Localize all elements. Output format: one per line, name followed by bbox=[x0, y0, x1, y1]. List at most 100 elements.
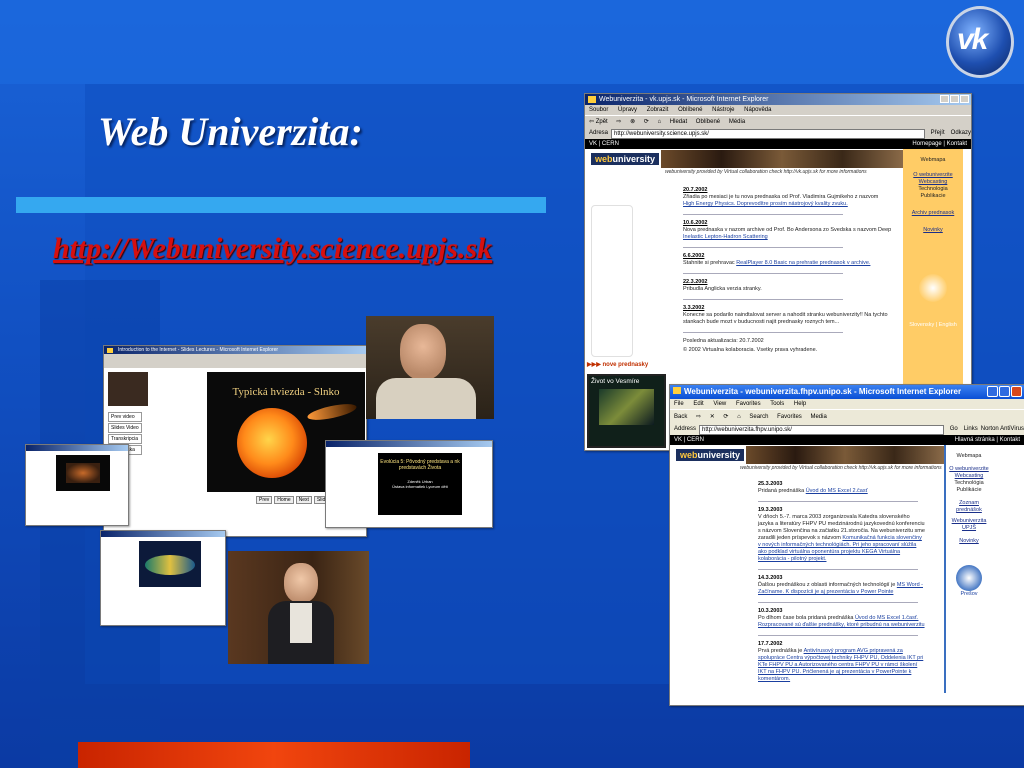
search-button[interactable]: Search bbox=[749, 414, 768, 420]
back-button[interactable]: Back bbox=[674, 414, 687, 420]
menu-item[interactable]: Nástroje bbox=[712, 107, 734, 113]
stop-button[interactable]: ✕ bbox=[710, 414, 715, 420]
news-link[interactable]: High Energy Physics. Doprevodítre prosím… bbox=[683, 201, 903, 208]
media-button[interactable]: Media bbox=[810, 414, 826, 420]
next-button[interactable]: Next bbox=[295, 496, 312, 504]
tool-bar bbox=[104, 361, 366, 368]
refresh-button[interactable]: ⟳ bbox=[644, 119, 649, 125]
address-input[interactable]: http://webuniverzita.fhpv.unipo.sk/ bbox=[699, 424, 944, 435]
prev-button[interactable]: Prev bbox=[256, 496, 273, 504]
sidebar-publikacie[interactable]: Publikácie bbox=[946, 487, 992, 494]
nove-prednasky-label[interactable]: ▶▶▶ nove prednasky bbox=[587, 361, 648, 368]
sidebar-archiv[interactable]: Archiv prednasok bbox=[903, 210, 963, 217]
menu-item[interactable]: Zobrazit bbox=[647, 107, 669, 113]
news-link[interactable]: RealPlayer 8.0 Basic na prehratie predna… bbox=[736, 260, 870, 266]
window-titlebar[interactable]: Webuniverzita - webuniverzita.fhpv.unipo… bbox=[670, 385, 1024, 399]
norton-button[interactable]: Norton AntiVirus bbox=[981, 424, 1024, 435]
news-date[interactable]: 3.3.2002 bbox=[683, 305, 903, 312]
menu-item[interactable]: Soubor bbox=[589, 107, 608, 113]
webuniversity-logo[interactable]: webuniversity bbox=[591, 153, 660, 165]
dialog-button[interactable]: Transkripcia bbox=[108, 434, 142, 444]
stop-button[interactable]: ⊗ bbox=[630, 119, 635, 125]
go-button[interactable]: Přejít bbox=[928, 128, 948, 139]
browser-window-unipo[interactable]: Webuniverzita - webuniverzita.fhpv.unipo… bbox=[669, 384, 1024, 706]
window-titlebar[interactable] bbox=[101, 531, 225, 537]
address-input[interactable]: http://webuniversity.science.upjs.sk/ bbox=[611, 128, 925, 139]
back-button[interactable]: ⇦ Zpět bbox=[589, 119, 608, 125]
sidebar-o-webuniverzite[interactable]: O webuniverzite bbox=[903, 172, 963, 179]
zivot-banner[interactable]: Život vo Vesmíre bbox=[587, 374, 666, 448]
refresh-button[interactable]: ⟳ bbox=[723, 414, 728, 420]
news-link[interactable]: Úvod do MS Excel 2.časť bbox=[806, 488, 868, 494]
links-button[interactable]: Links bbox=[964, 424, 978, 435]
zivot-title: Život vo Vesmíre bbox=[591, 378, 640, 385]
video-thumbnail[interactable] bbox=[108, 372, 148, 406]
address-label: Adresa bbox=[589, 130, 609, 136]
top-left-links[interactable]: VK | CERN bbox=[674, 435, 704, 445]
sidebar-webmapa[interactable]: Webmapa bbox=[903, 157, 963, 164]
menu-item[interactable]: File bbox=[674, 401, 684, 407]
menu-item[interactable]: Favorites bbox=[736, 401, 761, 407]
small-browser-window-bottom[interactable] bbox=[100, 530, 226, 626]
news-date[interactable]: 20.7.2002 bbox=[683, 187, 903, 194]
home-button[interactable]: ⌂ bbox=[737, 414, 741, 420]
news-date[interactable]: 6.6.2002 bbox=[683, 253, 903, 260]
menu-item[interactable]: Úpravy bbox=[618, 107, 637, 113]
sidebar-webcasting[interactable]: Webcasting bbox=[903, 179, 963, 186]
divider bbox=[683, 214, 843, 215]
ie-icon bbox=[107, 348, 113, 353]
window-titlebar[interactable] bbox=[26, 445, 128, 451]
menu-item[interactable]: Edit bbox=[693, 401, 703, 407]
forward-button[interactable]: ⇨ bbox=[696, 414, 701, 420]
menu-item[interactable]: View bbox=[713, 401, 726, 407]
search-button[interactable]: Hledat bbox=[670, 119, 687, 125]
menu-item[interactable]: Tools bbox=[770, 401, 784, 407]
tool-bar: Back ⇨ ✕ ⟳ ⌂ Search Favorites Media bbox=[670, 409, 1024, 424]
background-top-band bbox=[0, 0, 1024, 84]
forward-button[interactable]: ⇨ bbox=[616, 119, 621, 125]
top-left-links[interactable]: VK | CERN bbox=[589, 139, 619, 149]
top-right-links[interactable]: Hlavná stránka | Kontakt bbox=[955, 435, 1020, 445]
minimize-button[interactable] bbox=[940, 95, 949, 103]
home-button[interactable]: ⌂ bbox=[657, 119, 661, 125]
sidebar-upjs[interactable]: Webuniverzita UPJŠ bbox=[946, 518, 992, 532]
maximize-button[interactable] bbox=[999, 386, 1010, 397]
top-right-links[interactable]: Homepage | Kontakt bbox=[912, 139, 967, 149]
webuniversity-logo[interactable]: webuniversity bbox=[676, 449, 745, 461]
favorites-button[interactable]: Favorites bbox=[777, 414, 802, 420]
window-titlebar[interactable] bbox=[326, 441, 492, 447]
go-button[interactable]: Go bbox=[947, 424, 961, 435]
sidebar-technologia[interactable]: Technológia bbox=[946, 480, 992, 487]
sidebar-zoznam[interactable]: Zoznam prednášok bbox=[946, 500, 992, 514]
sidebar-language[interactable]: Slovensky | English bbox=[903, 322, 963, 329]
menu-item[interactable]: Help bbox=[794, 401, 806, 407]
media-button[interactable]: Média bbox=[729, 119, 745, 125]
small-browser-window-left[interactable] bbox=[25, 444, 129, 526]
favorites-button[interactable]: Oblíbené bbox=[696, 119, 720, 125]
news-text: Ďalšou prednáškou z oblasti informačných… bbox=[758, 582, 896, 588]
sidebar-technologia[interactable]: Technologia bbox=[903, 186, 963, 193]
slide-url-link[interactable]: http://Webuniversity.science.upjs.sk bbox=[53, 232, 492, 266]
evolution-browser-window[interactable]: Evolúcia 5: Pôvodný predstava a nk preds… bbox=[325, 440, 493, 528]
close-button[interactable] bbox=[1011, 386, 1022, 397]
news-link[interactable]: Inelastic Lepton-Hadron Scattering bbox=[683, 234, 903, 241]
home-button[interactable]: Home bbox=[274, 496, 294, 504]
window-titlebar[interactable]: Webuniverzita - vk.upjs.sk - Microsoft I… bbox=[585, 94, 971, 105]
links-button[interactable]: Odkazy bbox=[951, 128, 971, 139]
sidebar-webcasting[interactable]: Webcasting bbox=[946, 473, 992, 480]
maximize-button[interactable] bbox=[950, 95, 959, 103]
news-date[interactable]: 10.6.2002 bbox=[683, 220, 903, 227]
minimize-button[interactable] bbox=[987, 386, 998, 397]
menu-item[interactable]: Nápověda bbox=[744, 107, 771, 113]
sidebar-novinky[interactable]: Novinky bbox=[946, 538, 992, 545]
dialog-button[interactable]: Slides Video bbox=[108, 423, 142, 433]
sidebar-webmapa[interactable]: Webmapa bbox=[946, 453, 992, 460]
window-titlebar[interactable]: Introduction to the Internet - Slides Le… bbox=[104, 346, 366, 354]
dialog-button[interactable]: Prev video bbox=[108, 412, 142, 422]
sidebar-o-webuniverzite[interactable]: O webuniverzite bbox=[946, 466, 992, 473]
close-button[interactable] bbox=[960, 95, 969, 103]
sidebar-novinky[interactable]: Novinky bbox=[903, 227, 963, 234]
news-date[interactable]: 22.3.2002 bbox=[683, 279, 903, 286]
sidebar-publikacie[interactable]: Publikacie bbox=[903, 193, 963, 200]
menu-item[interactable]: Oblíbené bbox=[678, 107, 702, 113]
